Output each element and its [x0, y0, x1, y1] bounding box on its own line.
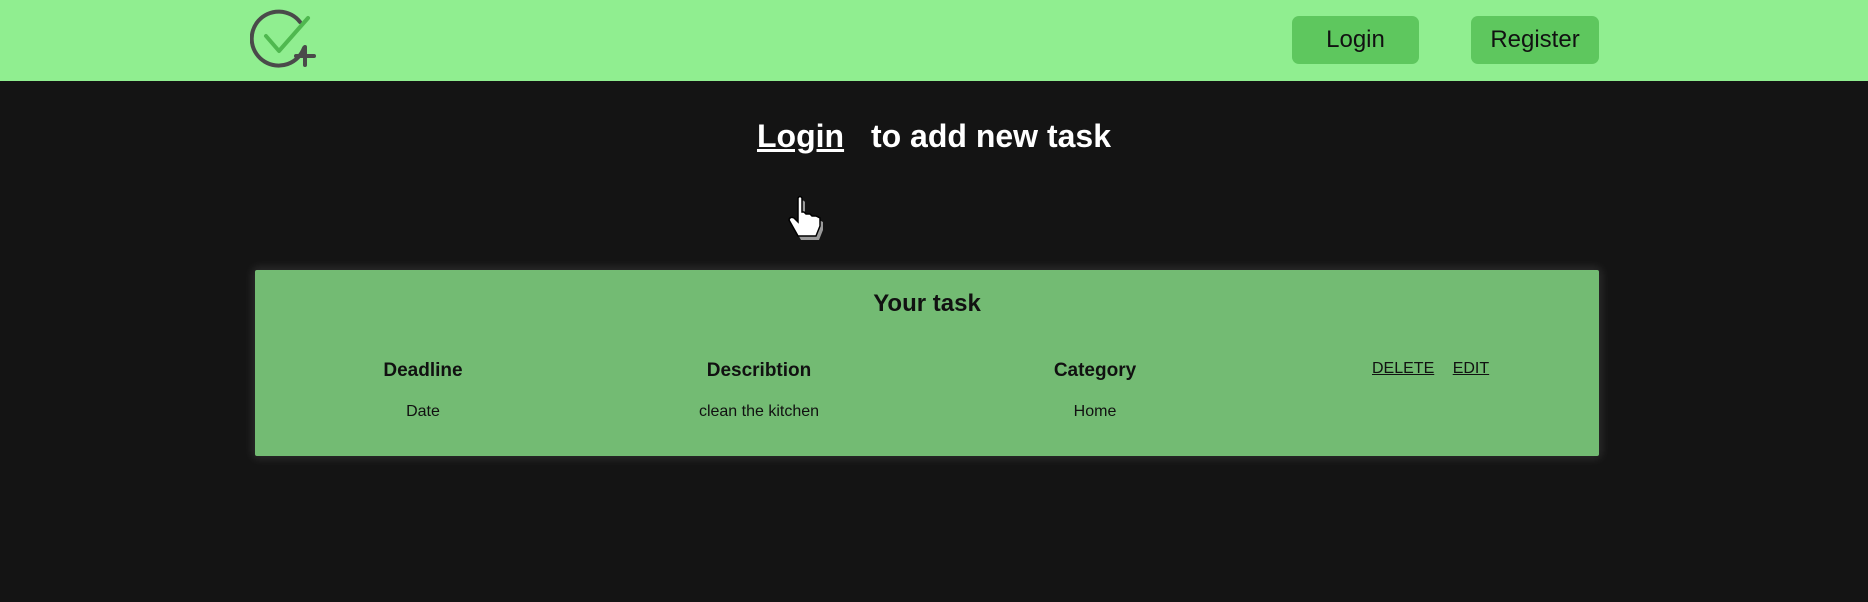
category-header: Category	[1053, 360, 1137, 381]
task-deadline: Date	[406, 403, 440, 420]
task-card-title: Your task	[873, 290, 981, 317]
header-bar: Login Register	[0, 0, 1868, 81]
task-card: Your task Deadline Describtion Category …	[255, 270, 1599, 456]
register-button[interactable]: Register	[1471, 16, 1599, 64]
login-button[interactable]: Login	[1292, 16, 1419, 64]
task-category: Home	[1073, 403, 1117, 420]
login-link[interactable]: Login	[757, 118, 844, 154]
edit-link[interactable]: EDIT	[1453, 360, 1489, 377]
task-description: clean the kitchen	[698, 403, 820, 420]
login-prompt-text: to add new task	[870, 118, 1111, 154]
login-prompt: Login to add new task	[0, 114, 1868, 158]
description-header: Describtion	[706, 360, 812, 381]
check-plus-icon[interactable]	[250, 8, 318, 70]
delete-link[interactable]: DELETE	[1372, 360, 1434, 377]
deadline-header: Deadline	[383, 360, 463, 381]
hand-pointer-icon	[788, 195, 823, 240]
task-actions: DELETE EDIT	[1372, 360, 1503, 378]
